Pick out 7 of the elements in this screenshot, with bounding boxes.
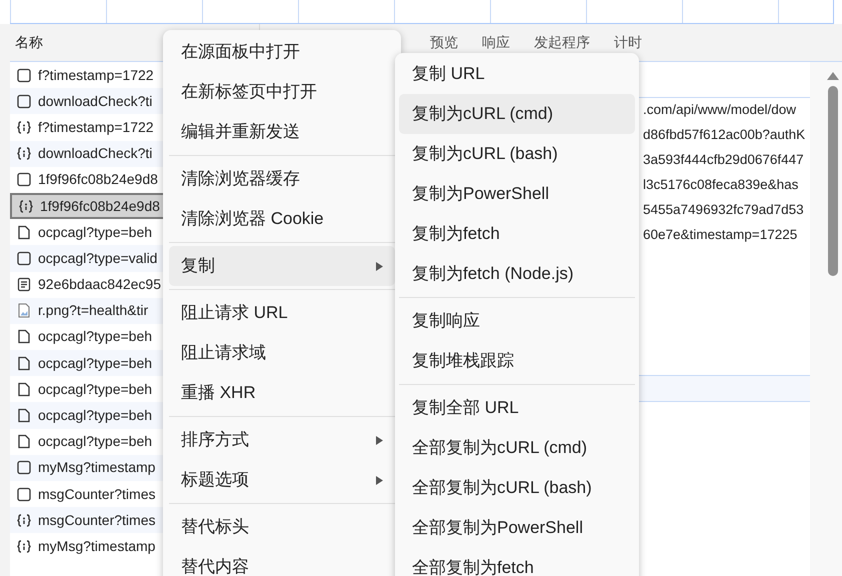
request-url-text: 3a593f444cfb29d0676f447 bbox=[643, 151, 804, 170]
request-url-text: 60e7e&timestamp=17225 bbox=[643, 226, 798, 244]
request-url-text: 5455a7496932fc79ad7d53 bbox=[643, 201, 804, 220]
name-column-header: 名称 bbox=[15, 33, 43, 52]
request-url-text: d86fbd57f612ac00b?authK bbox=[643, 126, 806, 144]
request-url-text: .com/api/www/model/dow bbox=[643, 101, 796, 120]
request-url-text: l3c5176c08feca839e&has bbox=[643, 176, 798, 194]
